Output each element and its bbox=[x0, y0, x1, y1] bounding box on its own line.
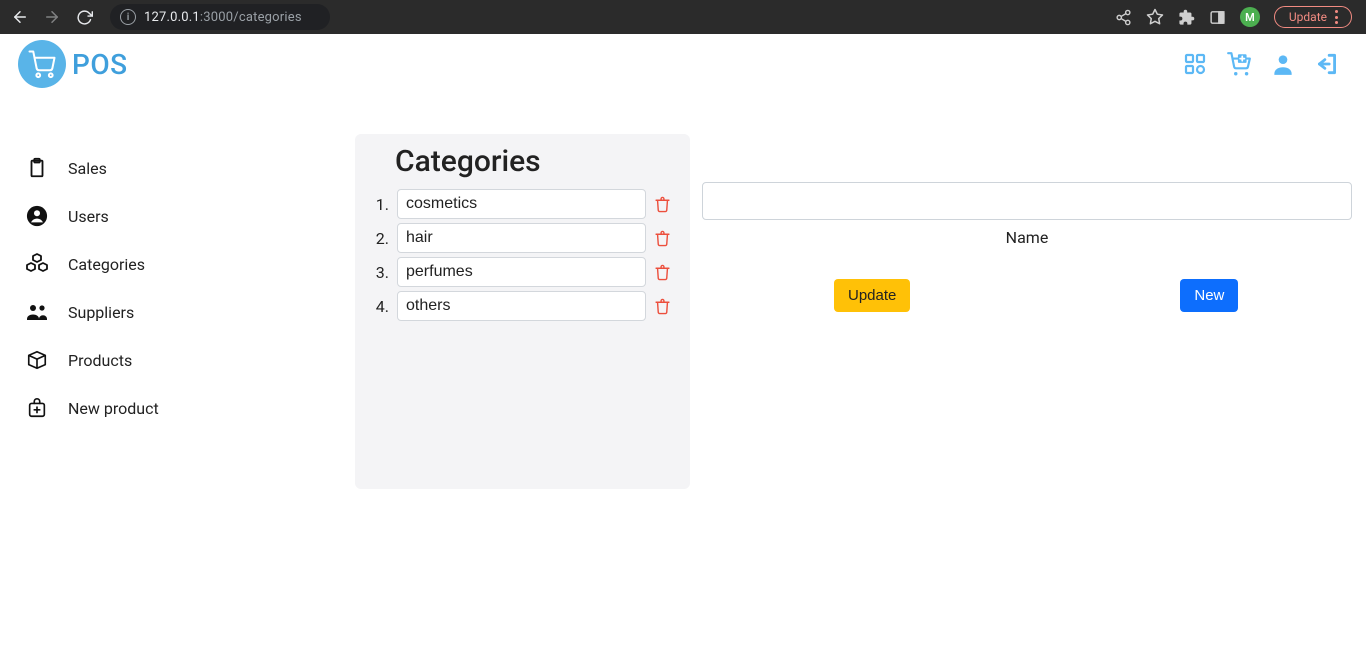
logout-icon bbox=[1314, 51, 1340, 77]
browser-right-controls: M Update bbox=[1115, 6, 1358, 28]
sidebar-item-label: Sales bbox=[68, 159, 107, 178]
bag-plus-icon bbox=[24, 395, 50, 421]
logout-button[interactable] bbox=[1314, 51, 1340, 77]
delete-category-button[interactable] bbox=[650, 264, 674, 281]
category-form: Name Update New bbox=[702, 182, 1352, 312]
app-root: POS Sales bbox=[0, 34, 1366, 652]
bookmark-star-icon[interactable] bbox=[1146, 8, 1164, 26]
cart-plus-icon bbox=[1226, 51, 1252, 77]
arrow-right-icon bbox=[43, 8, 61, 26]
sidebar-item-label: New product bbox=[68, 399, 159, 418]
browser-toolbar: i 127.0.0.1:3000/categories M Update bbox=[0, 0, 1366, 34]
category-number: 1. bbox=[371, 195, 393, 214]
sidebar-item-label: Suppliers bbox=[68, 303, 134, 322]
sidebar-item-products[interactable]: Products bbox=[24, 336, 324, 384]
new-button[interactable]: New bbox=[1180, 279, 1238, 312]
nav-back-button[interactable] bbox=[8, 5, 32, 29]
cart-icon bbox=[27, 49, 57, 79]
arrow-left-icon bbox=[11, 8, 29, 26]
user-circle-icon bbox=[24, 203, 50, 229]
nav-reload-button[interactable] bbox=[72, 5, 96, 29]
category-number: 4. bbox=[371, 297, 393, 316]
delete-category-button[interactable] bbox=[650, 230, 674, 247]
category-name-input[interactable] bbox=[397, 189, 646, 219]
trash-icon bbox=[654, 196, 671, 213]
category-number: 2. bbox=[371, 229, 393, 248]
browser-update-label: Update bbox=[1289, 10, 1327, 24]
app-header: POS bbox=[0, 34, 1366, 94]
brand[interactable]: POS bbox=[18, 40, 128, 88]
user-button[interactable] bbox=[1270, 51, 1296, 77]
more-dots-icon bbox=[1335, 10, 1339, 24]
url-text: 127.0.0.1:3000/categories bbox=[144, 10, 302, 25]
clipboard-icon bbox=[24, 155, 50, 181]
panel-icon[interactable] bbox=[1209, 9, 1226, 26]
brand-logo bbox=[18, 40, 66, 88]
update-button[interactable]: Update bbox=[834, 279, 910, 312]
dashboard-icon bbox=[1183, 52, 1207, 76]
name-label: Name bbox=[702, 228, 1352, 247]
sidebar-item-sales[interactable]: Sales bbox=[24, 144, 324, 192]
trash-icon bbox=[654, 230, 671, 247]
categories-title: Categories bbox=[371, 140, 674, 187]
dashboard-button[interactable] bbox=[1182, 51, 1208, 77]
sidebar-item-suppliers[interactable]: Suppliers bbox=[24, 288, 324, 336]
people-icon bbox=[24, 299, 50, 325]
sidebar-item-new-product[interactable]: New product bbox=[24, 384, 324, 432]
header-actions bbox=[1182, 51, 1348, 77]
cubes-icon bbox=[24, 251, 50, 277]
category-row: 2. bbox=[371, 221, 674, 255]
delete-category-button[interactable] bbox=[650, 196, 674, 213]
sidebar: Sales Users Categories Suppliers Product… bbox=[24, 144, 324, 432]
sidebar-item-categories[interactable]: Categories bbox=[24, 240, 324, 288]
add-cart-button[interactable] bbox=[1226, 51, 1252, 77]
avatar-initial: M bbox=[1245, 11, 1255, 24]
form-button-row: Update New bbox=[702, 279, 1352, 312]
category-row: 1. bbox=[371, 187, 674, 221]
categories-panel: Categories 1. 2. 3. bbox=[355, 134, 690, 489]
sidebar-item-users[interactable]: Users bbox=[24, 192, 324, 240]
browser-update-button[interactable]: Update bbox=[1274, 6, 1352, 28]
trash-icon bbox=[654, 264, 671, 281]
category-name-input[interactable] bbox=[397, 257, 646, 287]
brand-name: POS bbox=[72, 48, 128, 81]
site-info-icon: i bbox=[120, 9, 136, 25]
profile-avatar[interactable]: M bbox=[1240, 7, 1260, 27]
address-bar[interactable]: i 127.0.0.1:3000/categories bbox=[110, 4, 330, 30]
share-icon[interactable] bbox=[1115, 9, 1132, 26]
trash-icon bbox=[654, 298, 671, 315]
category-row: 3. bbox=[371, 255, 674, 289]
person-icon bbox=[1270, 51, 1296, 77]
url-path: :3000/categories bbox=[200, 10, 302, 25]
reload-icon bbox=[76, 9, 93, 26]
box-icon bbox=[24, 347, 50, 373]
extensions-icon[interactable] bbox=[1178, 9, 1195, 26]
sidebar-item-label: Products bbox=[68, 351, 132, 370]
category-number: 3. bbox=[371, 263, 393, 282]
category-name-input[interactable] bbox=[397, 223, 646, 253]
delete-category-button[interactable] bbox=[650, 298, 674, 315]
categories-list: 1. 2. 3. 4. bbox=[371, 187, 674, 323]
sidebar-item-label: Users bbox=[68, 207, 109, 226]
name-input[interactable] bbox=[702, 182, 1352, 220]
url-host: 127.0.0.1 bbox=[144, 10, 200, 25]
category-name-input[interactable] bbox=[397, 291, 646, 321]
sidebar-item-label: Categories bbox=[68, 255, 145, 274]
category-row: 4. bbox=[371, 289, 674, 323]
nav-forward-button[interactable] bbox=[40, 5, 64, 29]
